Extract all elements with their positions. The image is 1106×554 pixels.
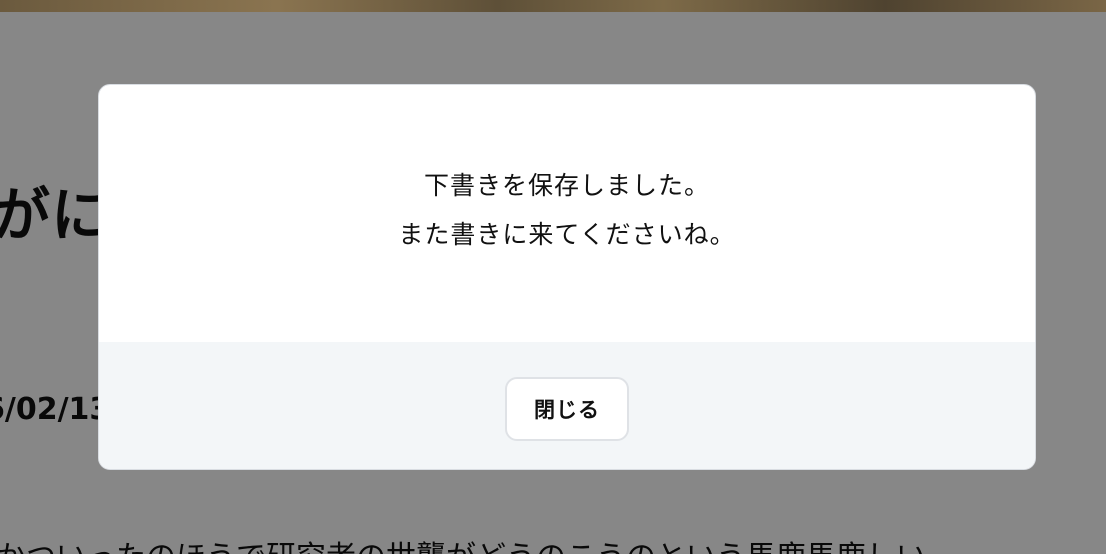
header-image: [0, 0, 1106, 12]
dialog-footer: 閉じる: [99, 342, 1035, 469]
dialog-message-line-2: また書きに来てくださいね。: [398, 219, 736, 249]
dialog-message-line-1: 下書きを保存しました。: [423, 170, 710, 200]
save-confirmation-dialog: 下書きを保存しました。 また書きに来てくださいね。 閉じる: [98, 84, 1036, 470]
close-button[interactable]: 閉じる: [505, 376, 629, 441]
dialog-body: 下書きを保存しました。 また書きに来てくださいね。: [99, 85, 1035, 342]
